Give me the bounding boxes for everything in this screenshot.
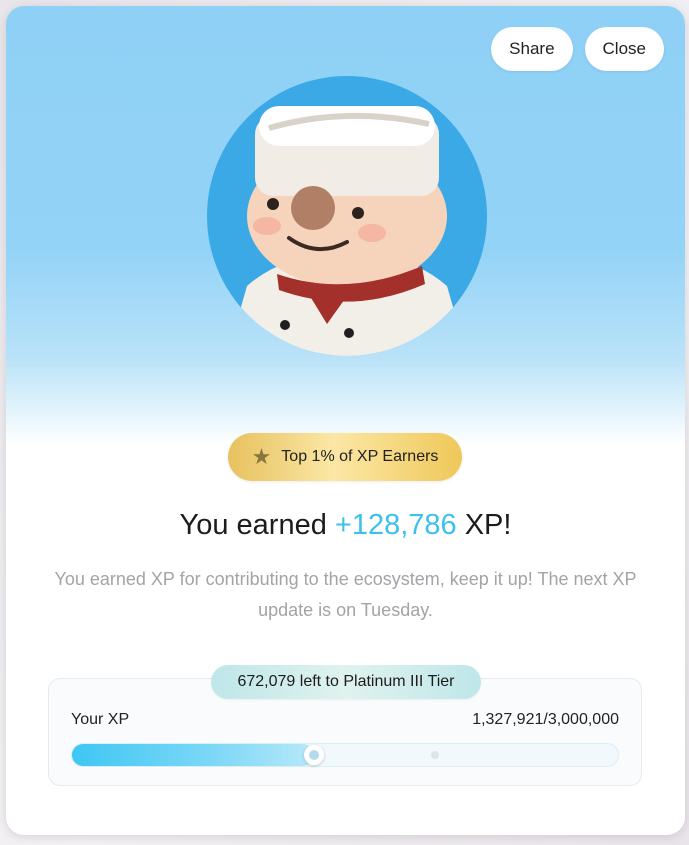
star-icon: ★ (251, 444, 272, 469)
next-tier-marker (430, 751, 439, 759)
modal-actions: Share Close (491, 27, 664, 71)
xp-amount: +128,786 (334, 509, 457, 541)
xp-earned-modal: Share Close ★ Top 1% of XP Earners You e… (6, 6, 685, 835)
headline-prefix: You earned (179, 509, 335, 541)
xp-progress-bar (71, 743, 619, 767)
xp-earned-headline: You earned +128,786 XP! (6, 509, 685, 542)
xp-description: You earned XP for contributing to the ec… (54, 569, 637, 620)
headline-suffix: XP! (456, 509, 512, 541)
xp-progress-fill (72, 744, 314, 766)
chef-avatar (207, 76, 487, 356)
tier-remaining-chip: 672,079 left to Platinum III Tier (211, 665, 481, 699)
top-earners-badge: ★ Top 1% of XP Earners (228, 433, 462, 481)
your-xp-label: Your XP (71, 711, 130, 728)
share-button[interactable]: Share (491, 27, 573, 71)
close-button[interactable]: Close (584, 27, 664, 71)
xp-progress-knob (303, 745, 324, 765)
xp-progress-panel: 672,079 left to Platinum III Tier Your X… (48, 665, 642, 786)
chef-avatar-icon (207, 76, 487, 356)
badge-label: Top 1% of XP Earners (281, 448, 439, 465)
xp-row: Your XP 1,327,921/3,000,000 (71, 711, 619, 729)
xp-value: 1,327,921/3,000,000 (472, 711, 619, 728)
